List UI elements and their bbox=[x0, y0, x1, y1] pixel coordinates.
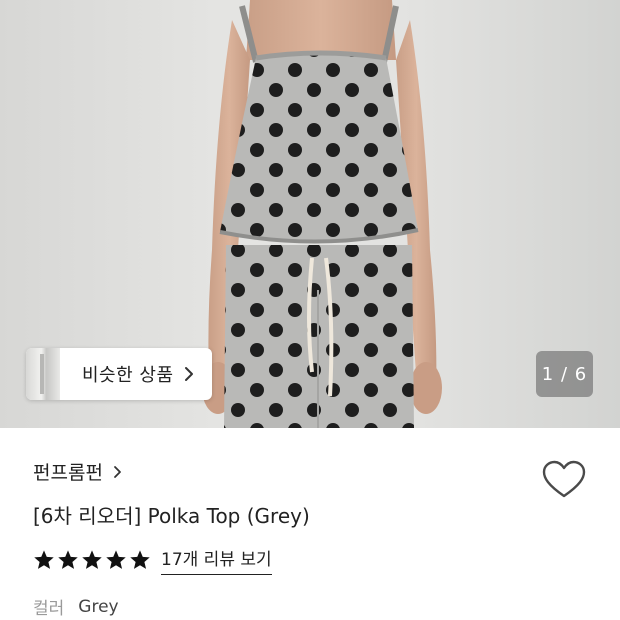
star-filled-icon bbox=[106, 550, 126, 569]
product-title: [6차 리오더] Polka Top (Grey) bbox=[33, 504, 310, 528]
brand-name: 펀프롬펀 bbox=[33, 462, 103, 484]
brand-link[interactable]: 펀프롬펀 bbox=[33, 458, 122, 485]
star-filled-icon bbox=[130, 550, 150, 569]
chevron-right-icon bbox=[113, 465, 122, 479]
star-filled-icon bbox=[34, 550, 54, 569]
similar-products-label: 비슷한 상품 bbox=[82, 365, 174, 386]
color-option-row: 컬러 Grey bbox=[33, 594, 119, 620]
star-filled-icon bbox=[58, 550, 78, 569]
product-image-gallery[interactable]: 비슷한 상품 1 / 6 bbox=[0, 0, 620, 428]
star-filled-icon bbox=[82, 550, 102, 569]
similar-products-button[interactable]: 비슷한 상품 bbox=[26, 348, 212, 400]
color-option-label: 컬러 bbox=[33, 599, 65, 619]
rating-stars bbox=[33, 549, 151, 571]
rating-row: 17개 리뷰 보기 bbox=[33, 545, 272, 575]
similar-products-thumbnail bbox=[26, 348, 60, 400]
favorite-heart-icon[interactable] bbox=[542, 460, 586, 500]
image-page-indicator: 1 / 6 bbox=[536, 351, 593, 397]
chevron-right-icon bbox=[184, 366, 194, 382]
view-reviews-link[interactable]: 17개 리뷰 보기 bbox=[161, 545, 272, 575]
color-option-value: Grey bbox=[78, 596, 119, 617]
